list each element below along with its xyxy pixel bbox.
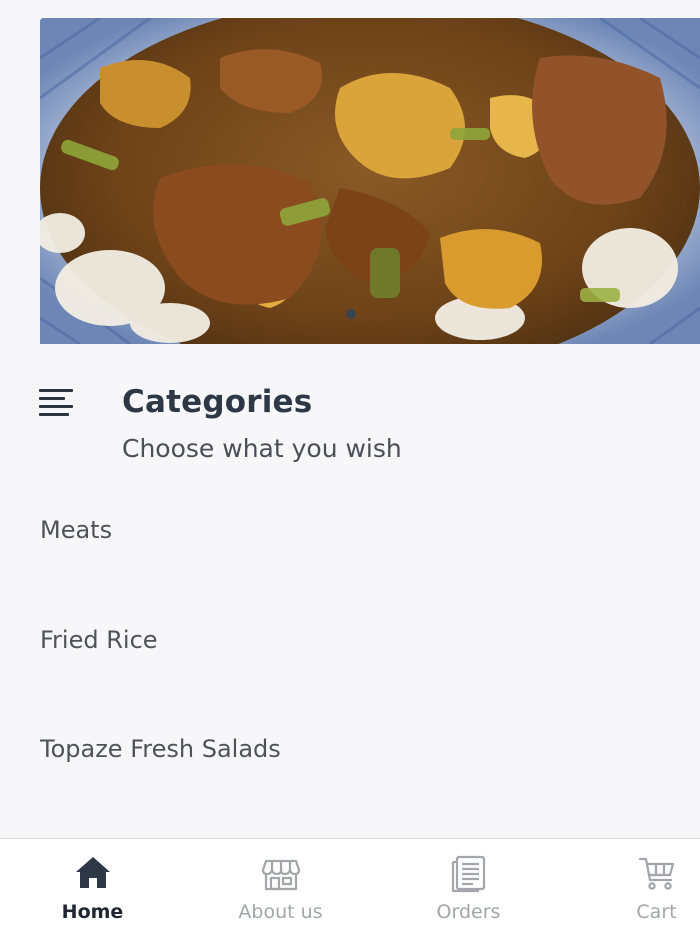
bottom-navigation: Home About us Orders Cart <box>0 838 700 935</box>
nav-item-orders[interactable]: Orders <box>381 839 556 935</box>
nav-item-home[interactable]: Home <box>5 839 180 935</box>
category-item-topaze-fresh-salads[interactable]: Topaze Fresh Salads <box>0 695 700 799</box>
categories-title: Categories <box>122 384 313 420</box>
category-item-meats[interactable]: Meats <box>0 476 700 580</box>
cart-icon <box>638 857 674 890</box>
category-item-fried-rice[interactable]: Fried Rice <box>0 586 700 690</box>
carousel-indicator-dot[interactable] <box>346 309 356 319</box>
categories-subtitle: Choose what you wish <box>122 434 402 463</box>
store-icon <box>261 859 300 891</box>
home-icon <box>75 857 110 888</box>
nav-label-orders: Orders <box>436 901 501 923</box>
menu-lines-icon[interactable] <box>39 389 73 419</box>
category-label: Fried Rice <box>40 626 158 654</box>
nav-label-cart: Cart <box>636 901 677 923</box>
category-label: Topaze Fresh Salads <box>40 735 281 763</box>
nav-label-about-us: About us <box>238 901 323 923</box>
category-label: Meats <box>40 516 113 544</box>
food-photo <box>40 18 700 344</box>
categories-header: Categories Choose what you wish <box>0 380 700 470</box>
banner-image[interactable] <box>40 18 700 344</box>
nav-label-home: Home <box>61 901 124 923</box>
nav-item-cart[interactable]: Cart <box>569 839 700 935</box>
nav-item-about-us[interactable]: About us <box>193 839 368 935</box>
orders-icon <box>451 855 485 893</box>
